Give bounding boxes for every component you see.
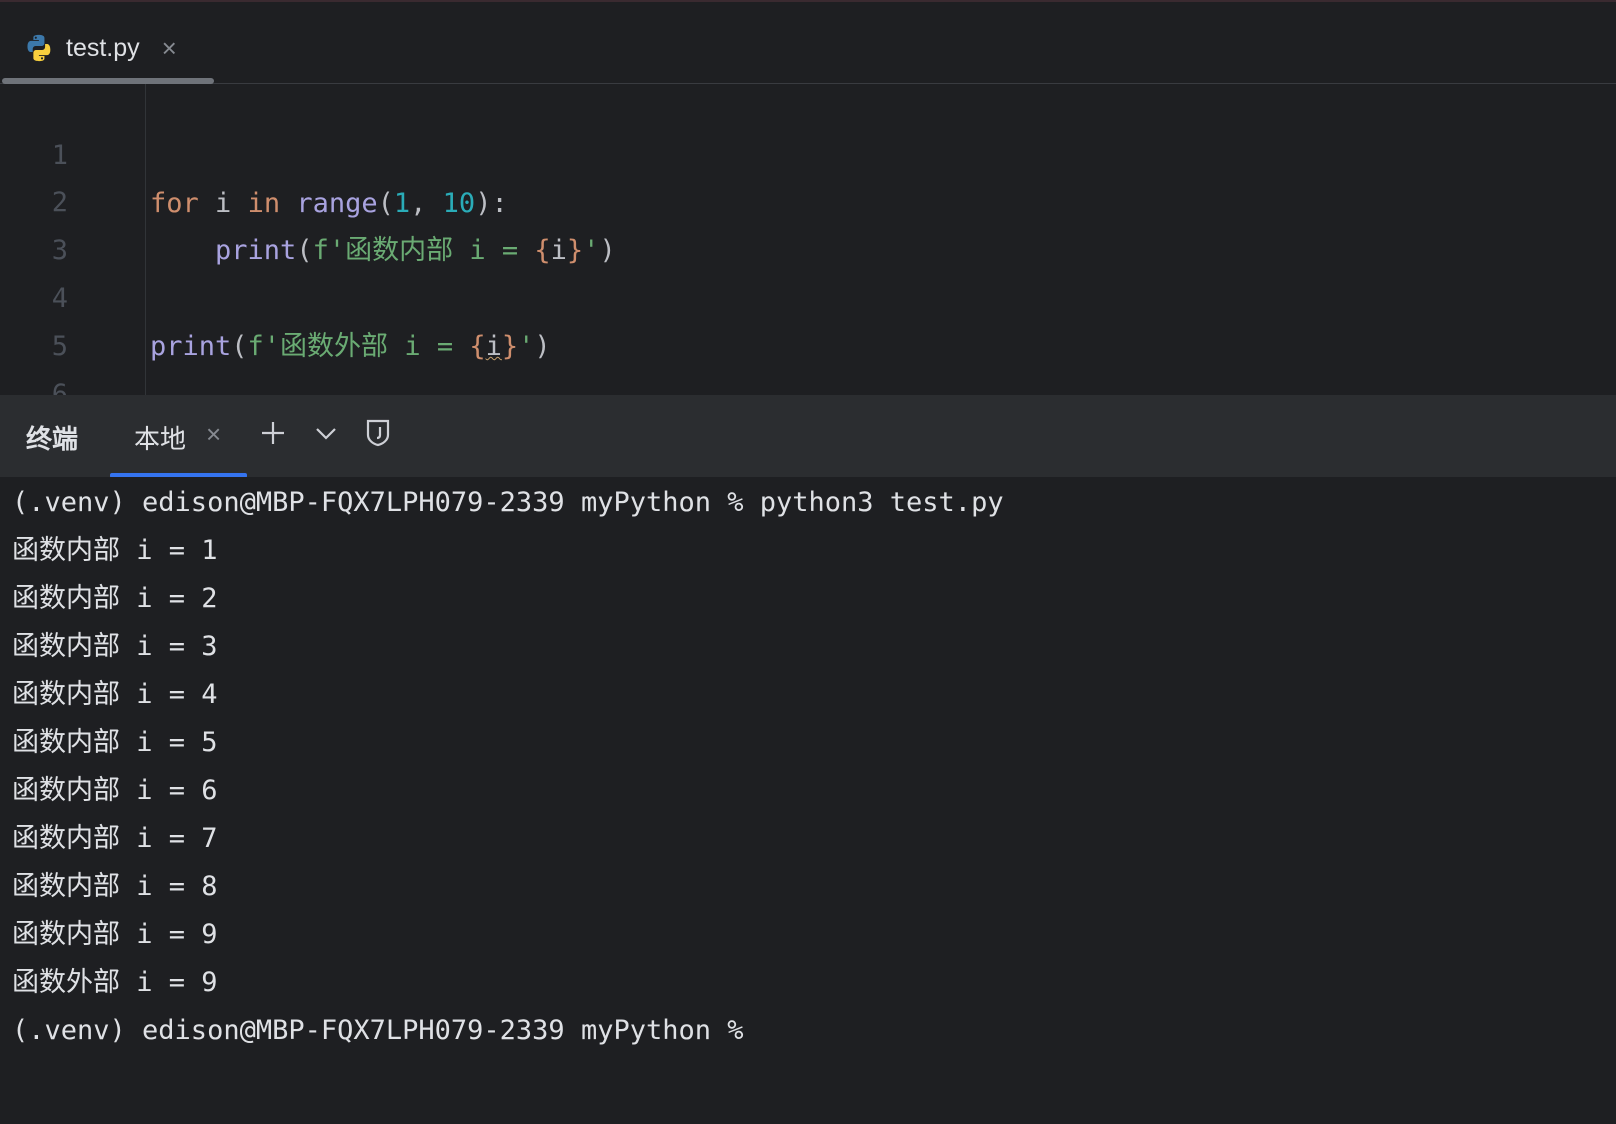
code-line-7: 7 [0, 371, 1616, 395]
terminal-line: 函数内部 i = 3 [12, 631, 218, 662]
terminal-line: 函数内部 i = 9 [12, 919, 218, 950]
code-line-1: 1 for i in range(1, 10): [0, 84, 1616, 219]
plus-icon[interactable] [257, 417, 289, 449]
close-icon[interactable]: × [162, 35, 177, 61]
editor-tab-bar: test.py × [0, 2, 1616, 84]
terminal-line: 函数内部 i = 2 [12, 583, 218, 614]
shield-icon[interactable] [362, 417, 394, 449]
terminal-line: (.venv) edison@MBP-FQX7LPH079-2339 myPyt… [12, 487, 1004, 518]
editor-tab-test-py[interactable]: test.py × [24, 24, 177, 72]
code-line-4: 4 print(f'函数外部 i = {i}') [0, 227, 1616, 362]
code-line-6: 6 [0, 323, 1616, 395]
terminal-line: 函数内部 i = 5 [12, 727, 218, 758]
code-line-5: 5 [0, 275, 1616, 362]
terminal-tab-local[interactable]: 本地 [134, 419, 186, 456]
terminal-line: 函数内部 i = 8 [12, 871, 218, 902]
editor-tab-label: test.py [66, 33, 140, 62]
code-line-3: 3 [0, 179, 1616, 266]
code-editor[interactable]: 1 for i in range(1, 10): 2 print(f'函数内部 … [0, 84, 1616, 395]
terminal-line: 函数内部 i = 1 [12, 535, 218, 566]
terminal-line: 函数内部 i = 4 [12, 679, 218, 710]
close-icon[interactable]: × [206, 419, 221, 450]
terminal-tool-window-header: 终端 本地 × [0, 395, 1616, 478]
terminal-title: 终端 [26, 424, 79, 454]
terminal-line: 函数内部 i = 6 [12, 775, 218, 806]
terminal-prompt: (.venv) edison@MBP-FQX7LPH079-2339 myPyt… [12, 1015, 744, 1046]
python-icon [27, 34, 51, 62]
terminal-line: 函数内部 i = 7 [12, 823, 218, 854]
chevron-down-icon[interactable] [310, 417, 342, 449]
terminal-output[interactable]: (.venv) edison@MBP-FQX7LPH079-2339 myPyt… [0, 477, 1616, 1124]
terminal-line: 函数外部 i = 9 [12, 967, 218, 998]
code-line-2: 2 print(f'函数内部 i = {i}') [0, 131, 1616, 266]
